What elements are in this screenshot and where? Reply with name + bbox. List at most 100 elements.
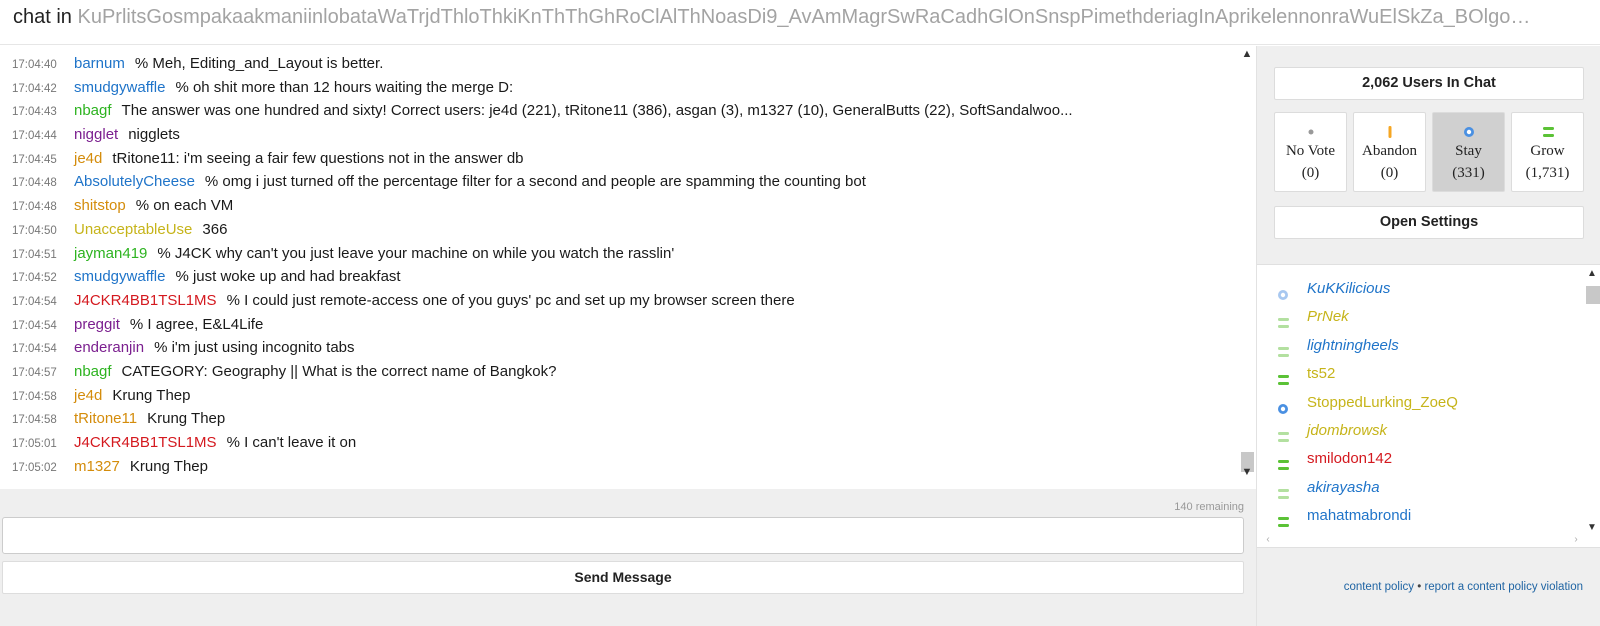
user-list-item[interactable]: akirayasha [1257,474,1577,502]
chat-message: 17:04:45 je4d tRitone11: i'm seeing a fair… [0,147,1218,171]
report-violation-link[interactable]: report a content policy violation [1424,581,1583,593]
message-timestamp: 17:04:45 [12,153,57,166]
grow-icon [1276,368,1290,386]
chat-message: 17:04:54 preggit % I agree, E&L4Life [0,313,1218,337]
message-text: nigglets [128,126,180,144]
message-username[interactable]: je4d [74,387,102,404]
chars-remaining: 140 remaining [1174,501,1244,513]
chat-message: 17:04:52 smudgywaffle % just woke up and h… [0,265,1218,289]
vote-abandon-button[interactable]: Abandon (0) [1353,112,1426,192]
message-username[interactable]: smudgywaffle [74,268,165,285]
stay-icon [1276,397,1290,414]
chat-message: 17:04:42 smudgywaffle % oh shit more than … [0,76,1218,100]
message-username[interactable]: preggit [74,316,120,333]
chat-message: 17:04:48 shitstop % on each VM [0,194,1218,218]
message-username[interactable]: jayman419 [74,245,147,262]
scroll-right-icon[interactable]: › [1569,533,1583,547]
message-username[interactable]: nigglet [74,126,118,143]
chat-message: 17:04:58 tRitone11 Krung Thep [0,407,1218,431]
user-name[interactable]: akirayasha [1307,474,1380,502]
message-timestamp: 17:04:40 [12,59,57,71]
open-settings-button[interactable]: Open Settings [1274,206,1584,239]
message-timestamp: 17:04:50 [12,224,57,237]
dot-icon [1275,126,1346,138]
vote-grow-button[interactable]: Grow (1,731) [1511,112,1584,192]
user-name[interactable]: smilodon142 [1307,445,1392,473]
message-username[interactable]: AbsolutelyCheese [74,173,195,190]
title-prefix: chat in [13,6,72,28]
message-username[interactable]: shitstop [74,197,126,214]
message-text: % oh shit more than 12 hours waiting the… [175,78,514,96]
message-username[interactable]: barnum [74,55,125,72]
user-list-item[interactable]: PrNek [1257,303,1577,331]
user-list-item[interactable]: mahatmabrondi [1257,502,1577,530]
content-policy-link[interactable]: content policy [1344,581,1414,593]
message-list: 17:04:40 barnum % Meh, Editing_and_Layout … [0,52,1218,478]
message-username[interactable]: tRitone11 [74,410,137,427]
user-list-items: KuKKilicious PrNek lightningheels ts52 Stopp… [1257,275,1577,531]
grow-icon [1276,453,1290,471]
user-name[interactable]: lightningheels [1307,332,1399,360]
message-text: Krung Thep [129,457,208,475]
message-input[interactable] [2,517,1244,554]
message-username[interactable]: J4CKR4BB1TSL1MS [74,292,217,309]
message-timestamp: 17:04:54 [12,319,57,332]
scroll-up-icon[interactable]: ▲ [1238,46,1256,62]
user-list: KuKKilicious PrNek lightningheels ts52 Stopp… [1257,264,1600,548]
grow-icon [1276,340,1290,357]
message-timestamp: 17:04:44 [12,130,57,143]
vote-count: (0) [1380,165,1399,181]
message-timestamp: 17:04:48 [12,201,57,214]
message-username[interactable]: J4CKR4BB1TSL1MS [74,434,217,451]
user-list-item[interactable]: smilodon142 [1257,445,1577,473]
chat-message: 17:05:01 J4CKR4BB1TSL1MS % I can't leave i… [0,431,1218,455]
scroll-up-icon[interactable]: ▲ [1583,267,1600,281]
user-list-hscrollbar[interactable]: ‹ › [1257,533,1583,547]
user-list-item[interactable]: KuKKilicious [1257,275,1577,303]
user-list-item[interactable]: StoppedLurking_ZoeQ [1257,389,1577,417]
vote-no-vote-button[interactable]: No Vote (0) [1274,112,1347,192]
user-name[interactable]: PrNek [1307,303,1349,331]
vote-stay-button[interactable]: Stay (331) [1432,112,1505,192]
vote-label: Stay [1455,143,1482,159]
user-list-scrollbar[interactable]: ▲ ▼ [1583,265,1600,535]
message-timestamp: 17:04:52 [12,272,57,285]
scroll-down-icon[interactable]: ▼ [1583,521,1600,535]
message-username[interactable]: nbagf [74,363,112,380]
user-list-item[interactable]: jdombrowsk [1257,417,1577,445]
scroll-left-icon[interactable]: ‹ [1261,533,1275,547]
grow-icon [1512,126,1583,138]
chat-message: 17:04:51 jayman419 % J4CK why can't you ju… [0,242,1218,266]
message-username[interactable]: je4d [74,150,102,167]
send-message-button[interactable]: Send Message [2,561,1244,594]
message-timestamp: 17:04:58 [12,414,57,427]
message-text: % I can't leave it on [226,434,357,451]
message-username[interactable]: m1327 [74,458,120,475]
page-title: chat in KuPrlitsGosmpakaakmaniinlobataWa… [13,6,1583,29]
message-username[interactable]: nbagf [74,102,112,119]
user-name[interactable]: StoppedLurking_ZoeQ [1307,389,1458,417]
vote-label: No Vote [1285,143,1336,159]
sidebar: 2,062 Users In Chat No Vote (0) Abandon (0)… [1256,46,1600,626]
user-list-item[interactable]: ts52 [1257,360,1577,388]
chat-message: 17:05:02 m1327 Krung Thep [0,455,1218,479]
message-text: Krung Thep [112,386,191,404]
chat-scrollbar[interactable]: ▲ ▼ [1238,46,1256,489]
chat-message: 17:04:57 nbagf CATEGORY: Geography || What… [0,360,1218,384]
user-name[interactable]: jdombrowsk [1307,417,1387,445]
message-username[interactable]: enderanjin [74,339,144,356]
message-timestamp: 17:04:57 [12,366,57,379]
stay-icon [1276,283,1290,300]
scroll-thumb[interactable] [1586,286,1600,304]
user-name[interactable]: mahatmabrondi [1307,502,1411,530]
footer-links: content policy • report a content policy… [1257,581,1583,593]
user-name[interactable]: KuKKilicious [1307,275,1390,303]
user-count-button[interactable]: 2,062 Users In Chat [1274,67,1584,100]
message-username[interactable]: smudgywaffle [74,79,165,96]
message-text: Krung Thep [147,410,226,428]
message-username[interactable]: UnacceptableUse [74,221,192,238]
user-list-item[interactable]: lightningheels [1257,332,1577,360]
chat-message: 17:04:48 AbsolutelyCheese % omg i just tur… [0,170,1218,194]
user-name[interactable]: ts52 [1307,360,1335,388]
scroll-down-icon[interactable]: ▼ [1238,464,1256,480]
